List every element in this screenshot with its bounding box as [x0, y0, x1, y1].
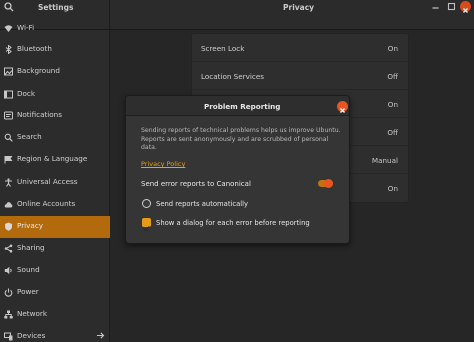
dialog-description: Sending reports of technical problems he… [141, 127, 341, 151]
send-reports-label: Send error reports to Canonical [141, 180, 251, 188]
checkmark-icon [143, 226, 150, 232]
close-icon [340, 108, 345, 113]
dialog-header: Problem Reporting [126, 96, 349, 116]
problem-reporting-dialog: Problem Reporting Sending reports of tec… [125, 95, 350, 244]
send-automatically-label: Send reports automatically [156, 200, 249, 208]
send-reports-toggle[interactable] [318, 179, 333, 188]
dialog-title: Problem Reporting [204, 102, 281, 111]
toggle-knob [324, 179, 333, 188]
privacy-policy-link[interactable]: Privacy Policy [141, 160, 185, 168]
send-automatically-radio[interactable] [142, 199, 151, 208]
show-dialog-checkbox[interactable] [142, 218, 151, 232]
dialog-close-button[interactable] [337, 101, 348, 113]
show-dialog-label: Show a dialog for each error before repo… [156, 219, 310, 227]
